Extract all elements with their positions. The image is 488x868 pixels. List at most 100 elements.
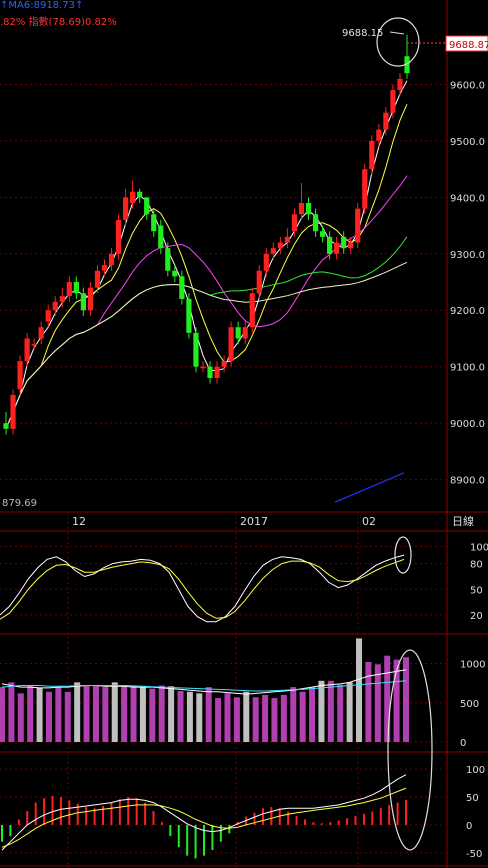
volume-bar bbox=[299, 691, 306, 742]
candle-body bbox=[383, 112, 389, 130]
time-axis-label: 02 bbox=[362, 515, 376, 528]
candle-body bbox=[3, 423, 9, 429]
volume-tick-label: 500 bbox=[460, 699, 479, 710]
price-tick-label: 9400.0 bbox=[450, 193, 485, 204]
ma-far-line bbox=[334, 472, 405, 503]
candle-body bbox=[369, 140, 375, 170]
ma-long3-line bbox=[5, 261, 408, 429]
volume-bar bbox=[111, 682, 118, 742]
candle-body bbox=[305, 202, 312, 215]
candle-body bbox=[94, 270, 101, 288]
volume-bar bbox=[149, 688, 156, 742]
volume-bar bbox=[243, 691, 250, 742]
period-label: 日線 bbox=[452, 514, 474, 528]
volume-bar bbox=[205, 687, 212, 742]
time-axis-label: 12 bbox=[72, 515, 86, 528]
volume-ma-white bbox=[1, 669, 407, 695]
low-price-label: 879.69 bbox=[2, 498, 37, 509]
macd-tick-label: 0 bbox=[466, 821, 472, 832]
candle-body bbox=[235, 327, 241, 339]
kd-tick-label: 20 bbox=[470, 611, 483, 622]
candle-body bbox=[312, 214, 319, 232]
volume-bar bbox=[168, 686, 175, 742]
volume-bar bbox=[64, 691, 71, 742]
kd-tick-label: 100 bbox=[470, 543, 488, 554]
price-tick-label: 9300.0 bbox=[450, 250, 485, 261]
candle-body bbox=[158, 225, 164, 249]
volume-bar bbox=[337, 684, 344, 742]
macd-tick-label: 50 bbox=[466, 793, 479, 804]
volume-bar bbox=[130, 685, 137, 742]
volume-bar bbox=[346, 682, 353, 742]
price-tick-label: 9500.0 bbox=[450, 137, 485, 148]
volume-bar bbox=[196, 693, 203, 742]
kd-tick-label: 80 bbox=[470, 560, 483, 571]
volume-bar bbox=[365, 661, 372, 742]
high-label-leader bbox=[389, 31, 405, 35]
volume-bar bbox=[252, 697, 259, 742]
candle-body bbox=[172, 270, 178, 277]
candle-body bbox=[277, 242, 283, 249]
candle-body bbox=[319, 231, 326, 237]
candle-body bbox=[214, 366, 220, 378]
candle-body bbox=[73, 282, 79, 294]
candle-body bbox=[165, 248, 171, 271]
candle-body bbox=[144, 197, 150, 215]
ma-long1-line bbox=[5, 175, 408, 429]
volume-bar bbox=[55, 687, 62, 742]
candle-body bbox=[130, 191, 136, 203]
candle-body bbox=[327, 236, 333, 254]
candle-body bbox=[207, 366, 213, 378]
volume-bar bbox=[224, 693, 231, 742]
candle-body bbox=[59, 296, 65, 302]
volume-bar bbox=[271, 698, 278, 742]
candle-body bbox=[115, 219, 122, 254]
candle-body bbox=[193, 332, 199, 367]
stock-chart-window: ↑MA6:8918.73↑ .82% 指數(78.69)0.82% 9600.0… bbox=[0, 0, 488, 868]
candle-body bbox=[376, 129, 382, 141]
ma-short-line bbox=[5, 80, 408, 429]
volume-tick-label: 0 bbox=[460, 738, 466, 749]
candle-body bbox=[66, 282, 72, 297]
volume-bar bbox=[280, 694, 287, 742]
price-tick-label: 8900.0 bbox=[450, 476, 485, 487]
price-tick-label: 9600.0 bbox=[450, 80, 485, 91]
candle-body bbox=[52, 301, 58, 311]
volume-bar bbox=[121, 686, 128, 742]
volume-bar bbox=[262, 694, 269, 742]
volume-bar bbox=[158, 685, 165, 742]
candle-body bbox=[38, 327, 44, 339]
volume-bar bbox=[356, 638, 363, 742]
volume-bar bbox=[384, 655, 391, 742]
volume-bar bbox=[327, 680, 334, 742]
candle-body bbox=[137, 191, 143, 198]
candle-body bbox=[31, 344, 37, 346]
candle-body bbox=[242, 327, 248, 339]
volume-bar bbox=[290, 687, 297, 742]
candle-body bbox=[397, 78, 403, 91]
candle-body bbox=[186, 298, 192, 333]
candle-body bbox=[348, 242, 354, 249]
candle-body bbox=[249, 293, 255, 328]
volume-bar bbox=[374, 664, 381, 742]
chart-canvas[interactable]: 9600.0 9500.0 9400.0 9300.0 9200.0 9100.0 9000… bbox=[0, 0, 488, 868]
volume-bar bbox=[8, 682, 15, 742]
candle-body bbox=[87, 287, 94, 311]
candle-body bbox=[284, 236, 291, 243]
candle-body bbox=[270, 248, 276, 254]
candle-body bbox=[355, 208, 361, 243]
volume-bar bbox=[233, 697, 240, 742]
candle-body bbox=[221, 361, 227, 367]
candle-body bbox=[45, 310, 51, 322]
last-price-label: 9688.87 bbox=[449, 40, 488, 51]
volume-bar bbox=[0, 687, 5, 742]
candle-body bbox=[263, 253, 269, 271]
volume-bar bbox=[83, 685, 90, 742]
candle-body bbox=[17, 361, 23, 390]
candle-body bbox=[256, 270, 262, 294]
macd-tick-label: 100 bbox=[466, 765, 485, 776]
candle-body bbox=[228, 327, 234, 362]
candle-body bbox=[101, 265, 108, 271]
candle-body bbox=[390, 90, 396, 113]
volume-bar bbox=[186, 691, 193, 742]
